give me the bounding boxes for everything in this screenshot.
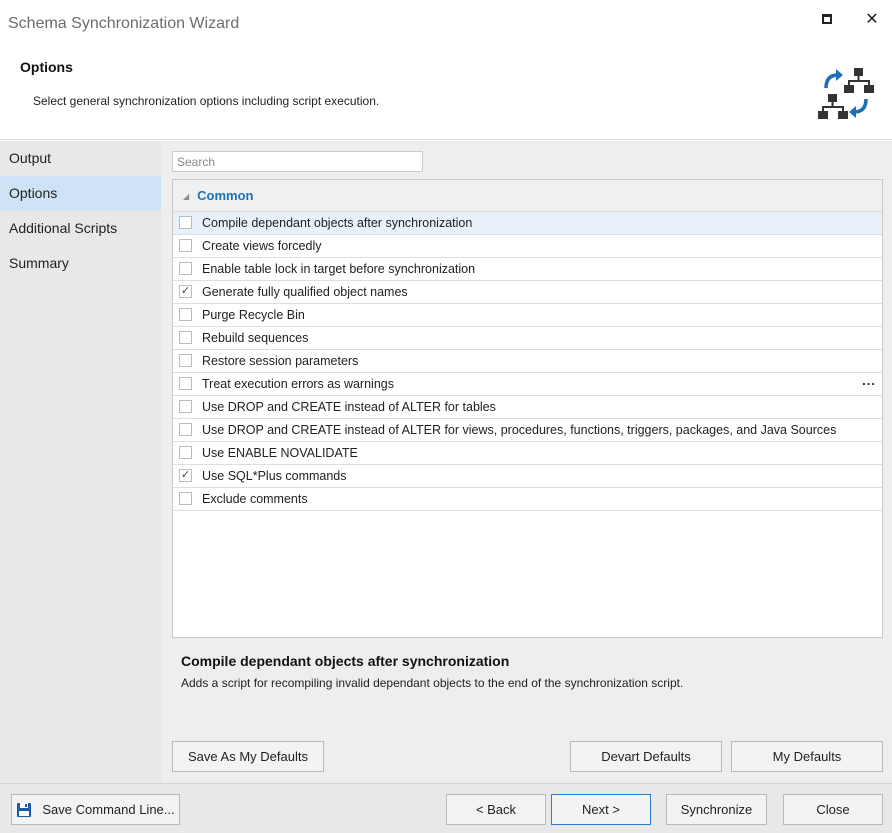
option-checkbox[interactable] [179,331,192,344]
close-button[interactable]: Close [783,794,883,825]
option-label: Use SQL*Plus commands [202,469,347,483]
option-row[interactable]: Use DROP and CREATE instead of ALTER for… [173,396,882,419]
option-label: Compile dependant objects after synchron… [202,216,473,230]
option-label: Purge Recycle Bin [202,308,305,322]
next-button[interactable]: Next > [551,794,651,825]
option-checkbox[interactable] [179,308,192,321]
option-row[interactable]: Rebuild sequences [173,327,882,350]
option-label: Rebuild sequences [202,331,309,345]
option-row[interactable]: Compile dependant objects after synchron… [173,212,882,235]
page-title: Options [20,59,73,75]
floppy-disk-icon [17,802,32,817]
option-checkbox[interactable] [179,377,192,390]
group-header-common[interactable]: ◢ Common [173,180,882,212]
option-description-text: Adds a script for recompiling invalid de… [181,676,684,690]
collapse-triangle-icon[interactable]: ◢ [183,192,189,201]
page-subtitle: Select general synchronization options i… [33,94,380,108]
option-row[interactable]: Treat execution errors as warnings... [173,373,882,396]
more-options-button[interactable]: ... [862,373,876,388]
save-command-line-label: Save Command Line... [42,802,175,817]
option-row[interactable]: Use ENABLE NOVALIDATE [173,442,882,465]
sidebar-item-summary[interactable]: Summary [0,246,161,281]
sidebar-item-additional-scripts[interactable]: Additional Scripts [0,211,161,246]
option-description-title: Compile dependant objects after synchron… [181,653,510,669]
maximize-button[interactable] [813,8,841,30]
title-bar: Schema Synchronization Wizard ✕ [0,0,892,48]
sidebar-item-options[interactable]: Options [0,176,161,211]
option-checkbox[interactable]: ✓ [179,469,192,482]
option-label: Restore session parameters [202,354,359,368]
option-row[interactable]: Use DROP and CREATE instead of ALTER for… [173,419,882,442]
wizard-header: Options Select general synchronization o… [0,48,892,140]
option-row[interactable]: Create views forcedly [173,235,882,258]
close-icon: ✕ [865,11,879,28]
option-checkbox[interactable] [179,446,192,459]
option-label: Exclude comments [202,492,308,506]
options-grid: ◢ Common Compile dependant objects after … [172,179,883,638]
window-title: Schema Synchronization Wizard [8,15,240,32]
option-label: Treat execution errors as warnings [202,377,394,391]
option-checkbox[interactable] [179,262,192,275]
option-checkbox[interactable] [179,423,192,436]
option-label: Create views forcedly [202,239,322,253]
option-label: Use ENABLE NOVALIDATE [202,446,358,460]
option-label: Enable table lock in target before synch… [202,262,476,276]
group-label: Common [197,188,254,203]
wizard-footer: Save Command Line... < Back Next > Synch… [0,783,892,833]
option-row[interactable]: ✓ Generate fully qualified object names [173,281,882,304]
wizard-sidebar: Output Options Additional Scripts Summar… [0,141,161,783]
option-row[interactable]: Exclude comments [173,488,882,511]
search-input[interactable] [172,151,423,172]
close-window-button[interactable]: ✕ [858,8,886,30]
options-panel: ◢ Common Compile dependant objects after … [161,141,892,783]
schema-sync-icon [818,68,874,119]
save-command-line-button[interactable]: Save Command Line... [11,794,180,825]
option-label: Use DROP and CREATE instead of ALTER for… [202,423,837,437]
option-checkbox[interactable] [179,239,192,252]
option-checkbox[interactable]: ✓ [179,285,192,298]
option-checkbox[interactable] [179,400,192,413]
maximize-icon [822,14,832,24]
option-row[interactable]: Purge Recycle Bin [173,304,882,327]
option-row[interactable]: Enable table lock in target before synch… [173,258,882,281]
synchronize-button[interactable]: Synchronize [666,794,767,825]
save-as-my-defaults-button[interactable]: Save As My Defaults [172,741,324,772]
option-row[interactable]: ✓ Use SQL*Plus commands [173,465,882,488]
option-checkbox[interactable] [179,492,192,505]
option-label: Generate fully qualified object names [202,285,408,299]
back-button[interactable]: < Back [446,794,546,825]
my-defaults-button[interactable]: My Defaults [731,741,883,772]
devart-defaults-button[interactable]: Devart Defaults [570,741,722,772]
option-label: Use DROP and CREATE instead of ALTER for… [202,400,496,414]
sidebar-item-output[interactable]: Output [0,141,161,176]
option-checkbox[interactable] [179,216,192,229]
option-row[interactable]: Restore session parameters [173,350,882,373]
option-checkbox[interactable] [179,354,192,367]
